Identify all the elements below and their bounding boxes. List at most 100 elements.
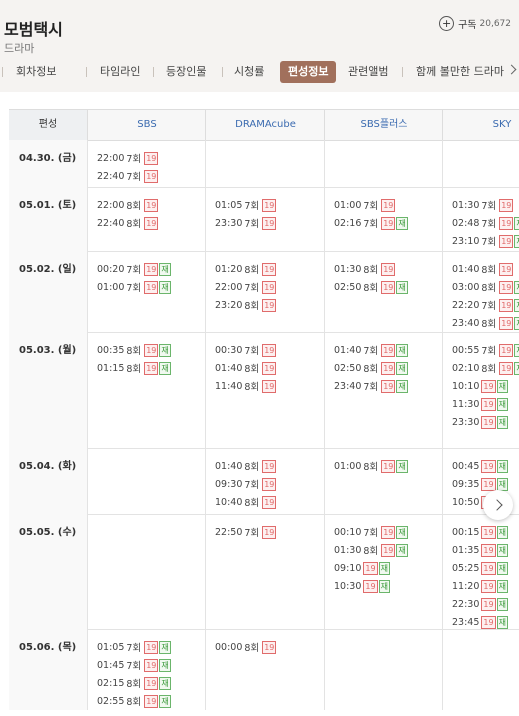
schedule-cell xyxy=(324,629,442,710)
row-date: 05.05. (수) xyxy=(9,514,87,629)
tab-cast[interactable]: 등장인물 xyxy=(166,61,206,83)
tab-ratings[interactable]: 시청률 xyxy=(234,61,264,83)
schedule-entry: 22:00 7회 19 xyxy=(215,278,324,296)
row-date: 05.02. (일) xyxy=(9,251,87,332)
tab-recommended-dramas[interactable]: 함께 볼만한 드라마 xyxy=(416,61,504,83)
schedule-entry: 22:50 7회 19 xyxy=(215,523,324,541)
episode-number: 8회 xyxy=(244,643,260,654)
age-rating-badge: 19 xyxy=(144,262,159,276)
airtime: 02:16 xyxy=(334,217,362,229)
age-rating-badge: 19 xyxy=(481,543,496,557)
airtime: 22:20 xyxy=(452,299,480,311)
row-date: 05.03. (월) xyxy=(9,332,87,448)
age-rating-badge: 19 xyxy=(481,597,496,611)
schedule-entry: 02:487회19재 xyxy=(452,214,519,232)
schedule-cell: 00:20 7회 19 재 01:00 7회 19 재 xyxy=(87,251,205,332)
episode-number: 8회 xyxy=(481,319,497,330)
rerun-badge: 재 xyxy=(514,298,519,312)
rerun-badge: 재 xyxy=(378,561,390,575)
rerun-badge: 재 xyxy=(396,361,408,375)
schedule-entry: 10:30 19 재 xyxy=(334,577,442,595)
channel-header-sbsplus[interactable]: SBS플러스 xyxy=(324,110,443,140)
airtime: 09:10 xyxy=(334,562,362,574)
airtime: 09:35 xyxy=(452,478,480,490)
schedule-entry: 22:30 19 재 xyxy=(452,595,519,613)
schedule-entry: 01:05 7회 19 xyxy=(215,196,324,214)
age-rating-badge: 19 xyxy=(262,361,277,375)
episode-number: 8회 xyxy=(244,364,260,375)
schedule-entry: 01:15 8회 19 재 xyxy=(97,359,205,377)
airtime: 10:50 xyxy=(452,496,480,508)
age-rating-badge: 19 xyxy=(262,198,277,212)
age-rating-badge: 19 xyxy=(262,459,277,473)
episode-number: 8회 xyxy=(363,265,379,276)
tab-broadcast-schedule[interactable]: 편성정보 xyxy=(280,61,337,83)
episode-number: 8회 xyxy=(363,364,379,375)
schedule-entry: 01:40 7회 19 재 xyxy=(334,341,442,359)
header-schedule-label: 편성 xyxy=(9,110,87,140)
episode-number: 7회 xyxy=(481,346,497,357)
subscribe-button[interactable]: + 구독 20,672 xyxy=(439,16,511,31)
rerun-badge: 재 xyxy=(159,640,171,654)
row-date: 05.06. (목) xyxy=(9,629,87,710)
rerun-badge: 재 xyxy=(496,543,508,557)
airtime: 00:35 xyxy=(97,344,125,356)
schedule-entry: 05:25 19 재 xyxy=(452,559,519,577)
age-rating-badge: 19 xyxy=(499,262,514,276)
scroll-right-button[interactable] xyxy=(483,490,513,520)
row-date: 05.01. (토) xyxy=(9,187,87,251)
airtime: 03:00 xyxy=(452,281,480,293)
age-rating-badge: 19 xyxy=(262,298,277,312)
rerun-badge: 재 xyxy=(514,316,519,330)
schedule-cell: 00:35 8회 19 재 01:15 8회 19 재 xyxy=(87,332,205,448)
airtime: 05:25 xyxy=(452,562,480,574)
rerun-badge: 재 xyxy=(496,477,508,491)
tab-related-albums[interactable]: 관련앨범 xyxy=(348,61,388,83)
rerun-badge: 재 xyxy=(396,343,408,357)
age-rating-badge: 19 xyxy=(381,459,396,473)
age-rating-badge: 19 xyxy=(481,579,496,593)
tab-episode-info[interactable]: 회차정보 xyxy=(16,61,56,83)
airtime: 01:40 xyxy=(215,460,243,472)
schedule-entry: 23:408회19재 xyxy=(452,314,519,332)
table-row: 05.01. (토) 22:00 8회 19 22:40 8회 19 01:05 7회 19 23:… xyxy=(9,187,519,252)
schedule-entry: 01:05 7회 19 재 xyxy=(97,638,205,656)
age-rating-badge: 19 xyxy=(144,343,159,357)
schedule-cell: 01:408회1903:008회19재22:207회19재23:408회19재 xyxy=(442,251,519,332)
rerun-badge: 재 xyxy=(496,597,508,611)
episode-number: 8회 xyxy=(363,546,379,557)
schedule-cell: 00:30 7회 19 01:40 8회 19 11:40 8회 19 xyxy=(205,332,324,448)
schedule-entry: 01:00 7회 19 xyxy=(334,196,442,214)
age-rating-badge: 19 xyxy=(381,280,396,294)
schedule-cell: 22:00 8회 19 22:40 8회 19 xyxy=(87,187,205,251)
schedule-entry: 02:15 8회 19 재 xyxy=(97,674,205,692)
episode-number: 7회 xyxy=(481,219,497,230)
airtime: 22:40 xyxy=(97,170,125,182)
airtime: 02:48 xyxy=(452,217,480,229)
schedule-cell xyxy=(442,140,519,187)
channel-header-sky[interactable]: SKY xyxy=(442,110,519,140)
schedule-entry: 11:20 19 재 xyxy=(452,577,519,595)
schedule-entry: 00:20 7회 19 재 xyxy=(97,260,205,278)
episode-number: 7회 xyxy=(126,154,142,165)
episode-number: 8회 xyxy=(481,364,497,375)
episode-number: 7회 xyxy=(363,382,379,393)
schedule-entry: 09:35 19 재 xyxy=(452,475,519,493)
channel-header-sbs[interactable]: SBS xyxy=(87,110,206,140)
age-rating-badge: 19 xyxy=(144,216,159,230)
tab-divider xyxy=(2,67,3,77)
schedule-cell: 22:50 7회 19 xyxy=(205,514,324,629)
channel-header-dramacube[interactable]: DRAMAcube xyxy=(205,110,325,140)
rerun-badge: 재 xyxy=(159,343,171,357)
airtime: 22:30 xyxy=(452,598,480,610)
airtime: 23:40 xyxy=(334,380,362,392)
episode-number: 8회 xyxy=(244,498,260,509)
episode-number: 8회 xyxy=(126,346,142,357)
airtime: 01:05 xyxy=(97,641,125,653)
schedule-entry: 02:55 8회 19 재 xyxy=(97,692,205,710)
subscribe-count: 20,672 xyxy=(479,18,512,29)
rerun-badge: 재 xyxy=(159,676,171,690)
schedule-table: 편성 SBS DRAMAcube SBS플러스 SKY 04.30. (금) 22… xyxy=(9,109,519,710)
schedule-entry: 00:00 8회 19 xyxy=(215,638,324,656)
tab-timeline[interactable]: 타임라인 xyxy=(100,61,140,83)
